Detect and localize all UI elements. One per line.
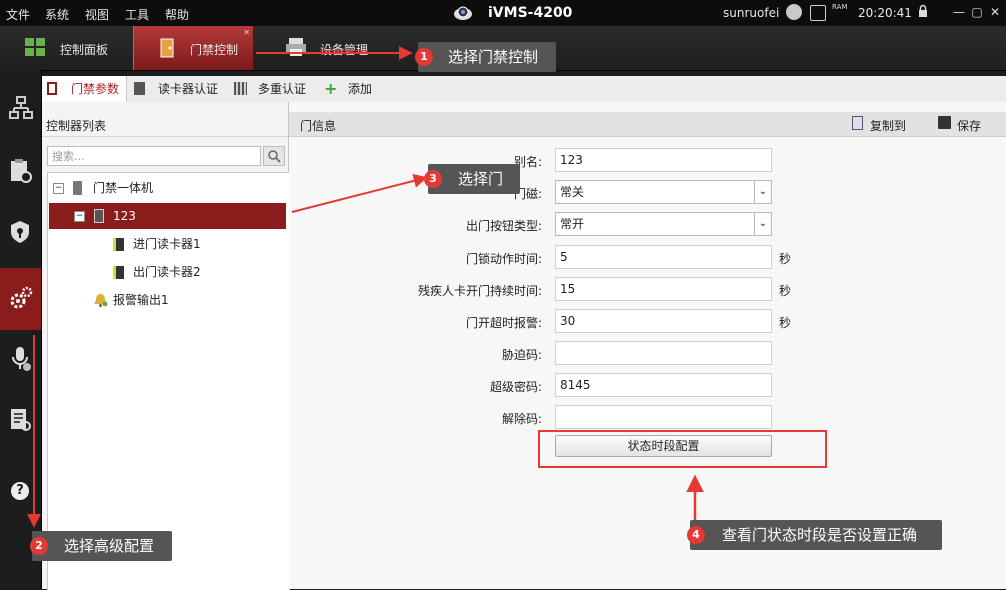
callout-text: 选择高级配置 [64,537,155,555]
step-number: 2 [30,537,48,555]
step-number: 3 [424,170,442,188]
callout-1: 1 选择门禁控制 [415,42,556,72]
step-number: 4 [687,526,705,544]
callout-3: 3 选择门 [424,164,520,194]
callout-4: 4 查看门状态时段是否设置正确 [687,520,942,550]
step-number: 1 [415,48,433,66]
callout-text: 查看门状态时段是否设置正确 [722,526,918,544]
callout-text: 选择门禁控制 [448,48,539,66]
arrow-3 [291,173,428,213]
annotation-arrows [27,46,704,528]
callout-text: 选择门 [458,170,504,188]
callout-2: 2 选择高级配置 [30,531,172,561]
